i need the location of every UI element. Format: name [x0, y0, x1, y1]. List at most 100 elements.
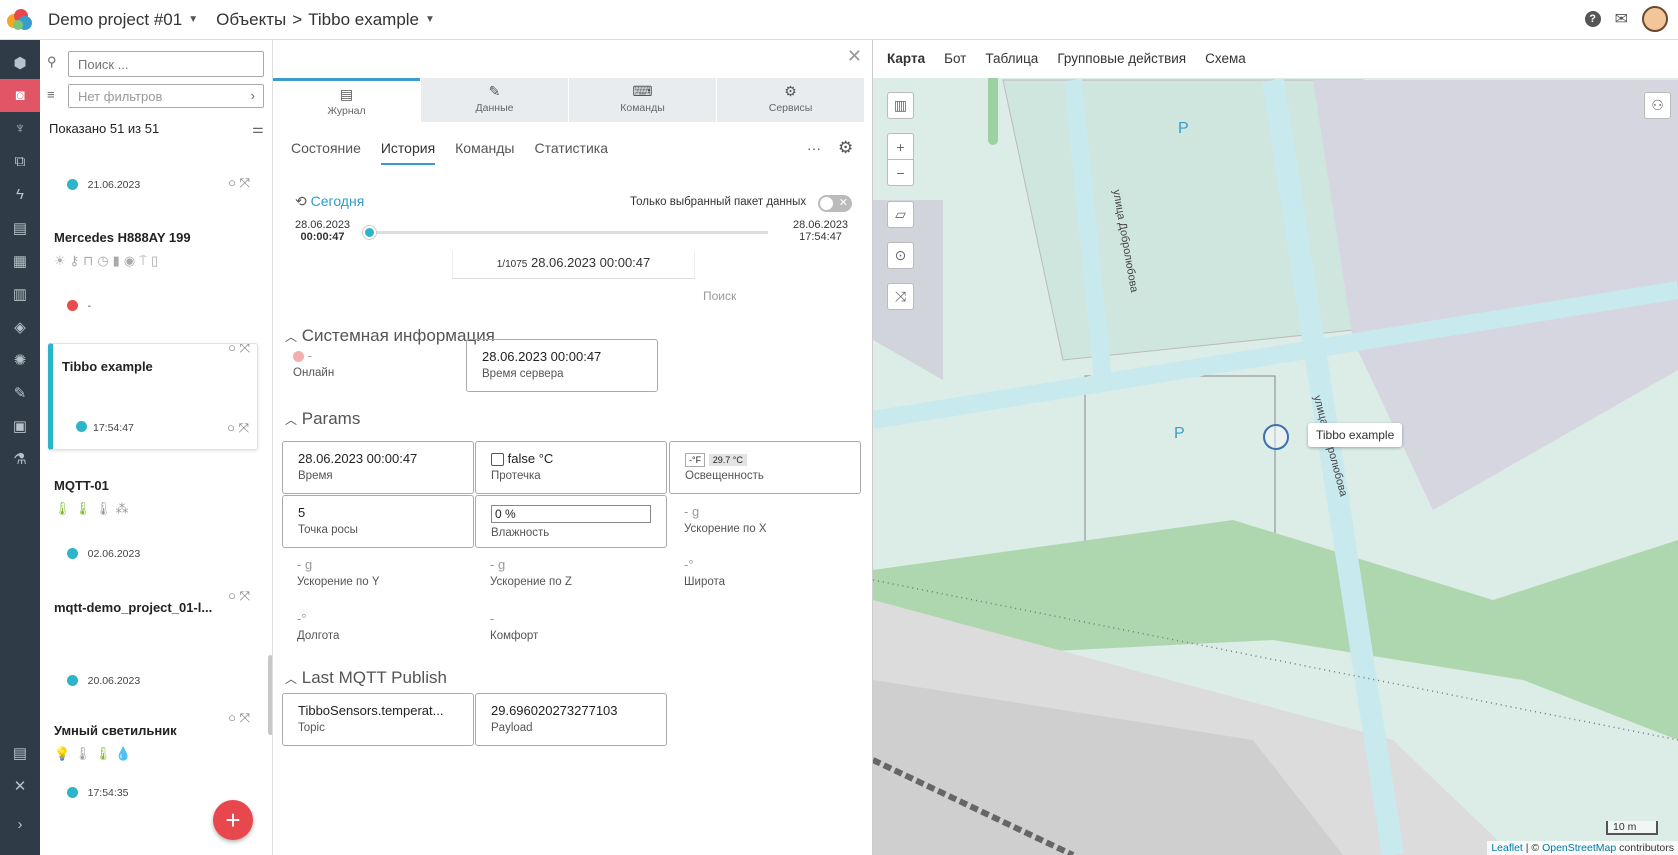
map-person-icon[interactable]: ⚇ — [1644, 92, 1671, 119]
map-layers-icon[interactable]: ▥ — [887, 92, 914, 119]
item-actions[interactable]: ○ ⤧ — [227, 420, 249, 436]
project-name[interactable]: Demo project #01 — [48, 10, 182, 30]
cube-icon[interactable]: ⬢ — [0, 46, 40, 79]
history-slider[interactable] — [363, 226, 768, 239]
object-panel: ✕ ▤ Журнал ✎ Данные ⌨ Команды ⚙ Сервисы Сост… — [273, 40, 873, 855]
item-time: 17:54:35 — [87, 787, 129, 799]
subtab-statistics[interactable]: Статистика — [534, 140, 608, 165]
status-dot — [293, 351, 304, 363]
help-icon[interactable]: ? — [1584, 11, 1601, 27]
tab-commands[interactable]: ⌨ Команды — [569, 78, 716, 122]
only-selected-toggle[interactable]: ✕ — [818, 195, 852, 212]
chevron-down-icon[interactable]: ▼ — [425, 14, 435, 25]
chevron-up-icon: ︿ — [285, 413, 298, 427]
selected-list-item[interactable]: Tibbo example 17:54:47 ○ ⤧ — [48, 343, 258, 450]
tab-bot[interactable]: Бот — [944, 51, 966, 67]
status-dot — [76, 421, 87, 432]
history-period[interactable]: ⟲ Сегодня — [295, 193, 364, 210]
subtab-history[interactable]: История — [380, 140, 436, 165]
zoom-in-button[interactable]: + — [887, 133, 914, 160]
list-item[interactable]: MQTT-01 🌡🌡🌡⁂ 02.06.2023 ○ ⤧ — [48, 478, 258, 603]
close-icon[interactable]: ✕ — [847, 46, 862, 67]
osm-link[interactable]: OpenStreetMap — [1542, 842, 1616, 854]
list-item[interactable]: mqtt-demo_project_01-l... 20.06.2023 ○ ⤧ — [48, 600, 258, 725]
tools-icon[interactable]: ✎ — [0, 376, 40, 409]
zoom-out-button[interactable]: − — [887, 159, 914, 186]
packet-index: 1/1075 — [496, 259, 528, 270]
marker-tooltip: Tibbo example — [1308, 423, 1403, 447]
flask-icon[interactable]: ⚗ — [0, 442, 40, 475]
route-icon[interactable]: ⤨ — [887, 283, 914, 310]
section-mqtt[interactable]: ︿ Last MQTT Publish — [285, 668, 447, 688]
subtab-commands[interactable]: Команды — [455, 140, 514, 165]
status-dot — [67, 548, 78, 560]
tag-icon[interactable]: ◈ — [0, 310, 40, 343]
map-attribution: Leaflet | © OpenStreetMap contributors — [1487, 841, 1678, 855]
status-dot — [67, 300, 78, 312]
locate-icon[interactable]: ⊙ — [887, 242, 914, 269]
search-input[interactable] — [68, 51, 264, 77]
table-icon[interactable]: ▥ — [0, 277, 40, 310]
list-item[interactable]: Mercedes H888AY 199 ☀⚷⊓◷▮◉⍑▯ - ○ ⤧ — [48, 230, 258, 355]
mail-icon[interactable]: ✉ — [1615, 9, 1628, 29]
network-icon[interactable]: ✺ — [0, 343, 40, 376]
status-dot — [67, 787, 78, 799]
tab-group-actions[interactable]: Групповые действия — [1057, 51, 1186, 67]
dashboard-icon[interactable]: ▦ — [0, 244, 40, 277]
field-server-time: 28.06.2023 00:00:47 Время сервера — [466, 339, 658, 392]
hierarchy-icon[interactable]: ♆ — [0, 112, 40, 145]
field-value: -° — [684, 557, 694, 572]
item-time: 17:54:47 — [93, 422, 134, 434]
app-logo[interactable] — [0, 0, 40, 40]
unit-toggle[interactable]: -°F — [685, 453, 706, 467]
section-params[interactable]: ︿ Params — [285, 409, 360, 429]
code-icon[interactable]: ⧉ — [0, 145, 40, 178]
item-time: 20.06.2023 — [87, 675, 141, 687]
gear-icon[interactable]: ⚙ — [838, 138, 853, 158]
subtab-state[interactable]: Состояние — [291, 140, 361, 165]
leaflet-link[interactable]: Leaflet — [1491, 842, 1523, 854]
item-actions[interactable]: ○ ⤧ — [228, 175, 250, 191]
parking-label: P — [1178, 120, 1189, 137]
object-list: ⚲ ≡ Нет фильтров › Показано 51 из 51 ⚌ 21… — [40, 40, 273, 855]
lightning-icon[interactable]: ϟ — [0, 178, 40, 211]
expand-icon[interactable]: › — [0, 808, 40, 841]
section-title: Params — [301, 409, 361, 428]
list-item[interactable]: Умный светильник 💡🌡🌡💧 17:54:35 — [48, 723, 258, 799]
ruler-icon[interactable]: ▱ — [887, 201, 914, 228]
field-humidity: 0 % Влажность — [475, 495, 667, 548]
filter-field[interactable]: Нет фильтров › — [68, 84, 264, 108]
field-accel-y: - g Ускорение по Y — [282, 548, 474, 601]
billing-icon[interactable]: ▤ — [0, 736, 40, 769]
list-item[interactable]: 21.06.2023 ○ ⤧ — [48, 175, 258, 191]
map-scale: 10 m — [1606, 821, 1658, 835]
tab-services[interactable]: ⚙ Сервисы — [717, 78, 864, 122]
field-label: Payload — [491, 722, 533, 734]
filter-placeholder: Нет фильтров — [78, 89, 163, 104]
tab-table[interactable]: Таблица — [985, 51, 1038, 67]
search-icon: ⚲ — [47, 54, 57, 69]
tab-journal[interactable]: ▤ Журнал — [273, 78, 420, 122]
clipboard-icon[interactable]: ▤ — [0, 211, 40, 244]
objects-icon[interactable]: ◙ — [0, 79, 40, 112]
field-illuminance: -°F 29.7 °C Освещенность — [669, 441, 861, 494]
avatar[interactable] — [1642, 6, 1668, 32]
breadcrumb-object[interactable]: Tibbo example — [308, 10, 419, 30]
object-marker[interactable] — [1263, 424, 1289, 450]
add-object-button[interactable]: + — [213, 800, 253, 840]
search-link[interactable]: Поиск — [703, 289, 736, 303]
wrench-icon[interactable]: ✕ — [0, 769, 40, 802]
field-value: -° — [297, 611, 307, 626]
document-icon[interactable]: ▣ — [0, 409, 40, 442]
tab-scheme[interactable]: Схема — [1205, 51, 1246, 67]
tab-data[interactable]: ✎ Данные — [421, 78, 568, 122]
section-title: Last MQTT Publish — [301, 668, 447, 687]
tab-map[interactable]: Карта — [887, 51, 925, 67]
breadcrumb-objects[interactable]: Объекты — [216, 10, 286, 30]
more-icon[interactable]: ··· — [807, 140, 821, 156]
sliders-icon[interactable]: ⚌ — [252, 121, 264, 137]
leak-checkbox[interactable] — [491, 453, 504, 467]
map-view[interactable]: Карта Бот Таблица Групповые действия Схе… — [873, 40, 1678, 855]
chevron-down-icon[interactable]: ▼ — [188, 14, 198, 25]
slider-thumb[interactable] — [363, 226, 376, 239]
